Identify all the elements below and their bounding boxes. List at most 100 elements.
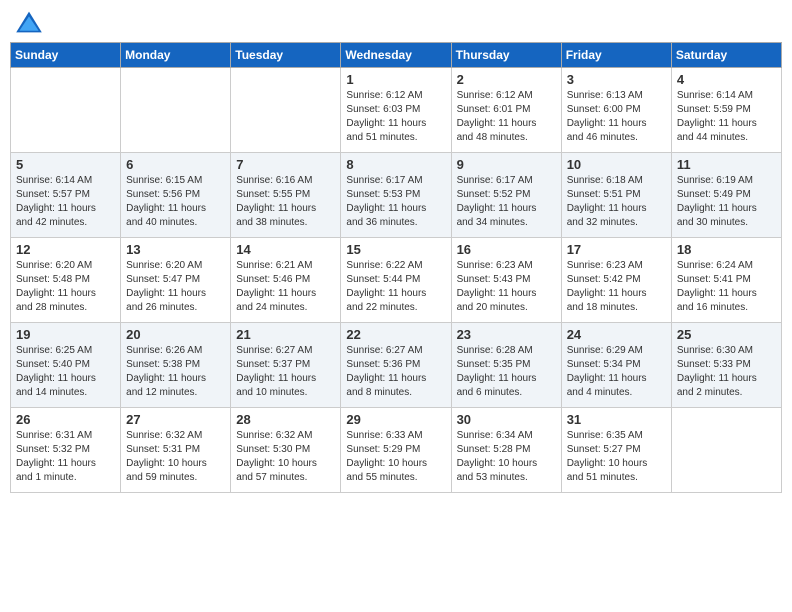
calendar-cell: 24 Sunrise: 6:29 AMSunset: 5:34 PMDayligh… xyxy=(561,323,671,408)
day-number: 19 xyxy=(16,327,115,342)
calendar-cell: 5 Sunrise: 6:14 AMSunset: 5:57 PMDaylight… xyxy=(11,153,121,238)
weekday-header-monday: Monday xyxy=(121,43,231,68)
day-number: 27 xyxy=(126,412,225,427)
day-number: 18 xyxy=(677,242,776,257)
logo-icon xyxy=(14,10,44,34)
day-number: 5 xyxy=(16,157,115,172)
day-detail: Sunrise: 6:12 AMSunset: 6:01 PMDaylight:… xyxy=(457,89,556,145)
weekday-header-sunday: Sunday xyxy=(11,43,121,68)
weekday-header-friday: Friday xyxy=(561,43,671,68)
calendar-cell: 11 Sunrise: 6:19 AMSunset: 5:49 PMDayligh… xyxy=(671,153,781,238)
calendar-cell: 28 Sunrise: 6:32 AMSunset: 5:30 PMDayligh… xyxy=(231,408,341,493)
calendar-cell: 15 Sunrise: 6:22 AMSunset: 5:44 PMDayligh… xyxy=(341,238,451,323)
day-number: 31 xyxy=(567,412,666,427)
day-detail: Sunrise: 6:30 AMSunset: 5:33 PMDaylight:… xyxy=(677,344,776,400)
weekday-header-saturday: Saturday xyxy=(671,43,781,68)
day-detail: Sunrise: 6:18 AMSunset: 5:51 PMDaylight:… xyxy=(567,174,666,230)
day-detail: Sunrise: 6:27 AMSunset: 5:36 PMDaylight:… xyxy=(346,344,445,400)
day-detail: Sunrise: 6:14 AMSunset: 5:57 PMDaylight:… xyxy=(16,174,115,230)
calendar-cell: 30 Sunrise: 6:34 AMSunset: 5:28 PMDayligh… xyxy=(451,408,561,493)
calendar-cell: 29 Sunrise: 6:33 AMSunset: 5:29 PMDayligh… xyxy=(341,408,451,493)
day-detail: Sunrise: 6:26 AMSunset: 5:38 PMDaylight:… xyxy=(126,344,225,400)
day-detail: Sunrise: 6:15 AMSunset: 5:56 PMDaylight:… xyxy=(126,174,225,230)
calendar-cell: 10 Sunrise: 6:18 AMSunset: 5:51 PMDayligh… xyxy=(561,153,671,238)
calendar-cell: 16 Sunrise: 6:23 AMSunset: 5:43 PMDayligh… xyxy=(451,238,561,323)
calendar-cell: 13 Sunrise: 6:20 AMSunset: 5:47 PMDayligh… xyxy=(121,238,231,323)
calendar-cell: 8Sunrise: 6:17 AMSunset: 5:53 PMDaylight… xyxy=(341,153,451,238)
day-number: 29 xyxy=(346,412,445,427)
day-detail: Sunrise: 6:23 AMSunset: 5:43 PMDaylight:… xyxy=(457,259,556,315)
day-number: 23 xyxy=(457,327,556,342)
day-detail: Sunrise: 6:27 AMSunset: 5:37 PMDaylight:… xyxy=(236,344,335,400)
day-detail: Sunrise: 6:34 AMSunset: 5:28 PMDaylight:… xyxy=(457,429,556,485)
day-number: 15 xyxy=(346,242,445,257)
calendar-cell: 1Sunrise: 6:12 AMSunset: 6:03 PMDaylight… xyxy=(341,68,451,153)
calendar-cell: 4 Sunrise: 6:14 AMSunset: 5:59 PMDaylight… xyxy=(671,68,781,153)
day-detail: Sunrise: 6:23 AMSunset: 5:42 PMDaylight:… xyxy=(567,259,666,315)
day-number: 26 xyxy=(16,412,115,427)
day-detail: Sunrise: 6:20 AMSunset: 5:47 PMDaylight:… xyxy=(126,259,225,315)
calendar-cell: 3 Sunrise: 6:13 AMSunset: 6:00 PMDaylight… xyxy=(561,68,671,153)
day-number: 24 xyxy=(567,327,666,342)
weekday-header-wednesday: Wednesday xyxy=(341,43,451,68)
calendar-cell: 9Sunrise: 6:17 AMSunset: 5:52 PMDaylight… xyxy=(451,153,561,238)
calendar-cell xyxy=(11,68,121,153)
day-detail: Sunrise: 6:12 AMSunset: 6:03 PMDaylight:… xyxy=(346,89,445,145)
calendar-cell: 19 Sunrise: 6:25 AMSunset: 5:40 PMDayligh… xyxy=(11,323,121,408)
day-detail: Sunrise: 6:20 AMSunset: 5:48 PMDaylight:… xyxy=(16,259,115,315)
day-detail: Sunrise: 6:14 AMSunset: 5:59 PMDaylight:… xyxy=(677,89,776,145)
calendar-cell: 6 Sunrise: 6:15 AMSunset: 5:56 PMDaylight… xyxy=(121,153,231,238)
calendar-cell: 27 Sunrise: 6:32 AMSunset: 5:31 PMDayligh… xyxy=(121,408,231,493)
day-number: 4 xyxy=(677,72,776,87)
day-detail: Sunrise: 6:32 AMSunset: 5:30 PMDaylight:… xyxy=(236,429,335,485)
day-number: 12 xyxy=(16,242,115,257)
calendar-cell: 31 Sunrise: 6:35 AMSunset: 5:27 PMDayligh… xyxy=(561,408,671,493)
day-number: 17 xyxy=(567,242,666,257)
day-number: 11 xyxy=(677,157,776,172)
day-detail: Sunrise: 6:25 AMSunset: 5:40 PMDaylight:… xyxy=(16,344,115,400)
calendar-cell: 23 Sunrise: 6:28 AMSunset: 5:35 PMDayligh… xyxy=(451,323,561,408)
day-number: 28 xyxy=(236,412,335,427)
day-number: 22 xyxy=(346,327,445,342)
day-detail: Sunrise: 6:31 AMSunset: 5:32 PMDaylight:… xyxy=(16,429,115,485)
day-number: 16 xyxy=(457,242,556,257)
day-number: 3 xyxy=(567,72,666,87)
day-number: 2 xyxy=(457,72,556,87)
day-detail: Sunrise: 6:24 AMSunset: 5:41 PMDaylight:… xyxy=(677,259,776,315)
calendar-cell xyxy=(121,68,231,153)
day-number: 6 xyxy=(126,157,225,172)
day-number: 25 xyxy=(677,327,776,342)
day-number: 8 xyxy=(346,157,445,172)
day-detail: Sunrise: 6:29 AMSunset: 5:34 PMDaylight:… xyxy=(567,344,666,400)
calendar-cell: 25 Sunrise: 6:30 AMSunset: 5:33 PMDayligh… xyxy=(671,323,781,408)
weekday-header-thursday: Thursday xyxy=(451,43,561,68)
day-detail: Sunrise: 6:35 AMSunset: 5:27 PMDaylight:… xyxy=(567,429,666,485)
day-detail: Sunrise: 6:21 AMSunset: 5:46 PMDaylight:… xyxy=(236,259,335,315)
calendar-cell xyxy=(231,68,341,153)
calendar-cell: 26 Sunrise: 6:31 AMSunset: 5:32 PMDayligh… xyxy=(11,408,121,493)
day-number: 7 xyxy=(236,157,335,172)
weekday-header-tuesday: Tuesday xyxy=(231,43,341,68)
day-detail: Sunrise: 6:22 AMSunset: 5:44 PMDaylight:… xyxy=(346,259,445,315)
day-detail: Sunrise: 6:13 AMSunset: 6:00 PMDaylight:… xyxy=(567,89,666,145)
calendar-cell: 21 Sunrise: 6:27 AMSunset: 5:37 PMDayligh… xyxy=(231,323,341,408)
day-number: 10 xyxy=(567,157,666,172)
day-detail: Sunrise: 6:19 AMSunset: 5:49 PMDaylight:… xyxy=(677,174,776,230)
calendar-cell: 22 Sunrise: 6:27 AMSunset: 5:36 PMDayligh… xyxy=(341,323,451,408)
calendar-cell: 20Sunrise: 6:26 AMSunset: 5:38 PMDayligh… xyxy=(121,323,231,408)
day-number: 30 xyxy=(457,412,556,427)
page-header xyxy=(10,10,782,34)
calendar-cell: 12 Sunrise: 6:20 AMSunset: 5:48 PMDayligh… xyxy=(11,238,121,323)
day-detail: Sunrise: 6:33 AMSunset: 5:29 PMDaylight:… xyxy=(346,429,445,485)
day-number: 21 xyxy=(236,327,335,342)
day-detail: Sunrise: 6:32 AMSunset: 5:31 PMDaylight:… xyxy=(126,429,225,485)
day-detail: Sunrise: 6:16 AMSunset: 5:55 PMDaylight:… xyxy=(236,174,335,230)
day-number: 9 xyxy=(457,157,556,172)
day-number: 13 xyxy=(126,242,225,257)
day-detail: Sunrise: 6:28 AMSunset: 5:35 PMDaylight:… xyxy=(457,344,556,400)
day-number: 14 xyxy=(236,242,335,257)
calendar-cell: 7 Sunrise: 6:16 AMSunset: 5:55 PMDaylight… xyxy=(231,153,341,238)
calendar-cell xyxy=(671,408,781,493)
calendar-cell: 17 Sunrise: 6:23 AMSunset: 5:42 PMDayligh… xyxy=(561,238,671,323)
calendar-table: SundayMondayTuesdayWednesdayThursdayFrid… xyxy=(10,42,782,493)
